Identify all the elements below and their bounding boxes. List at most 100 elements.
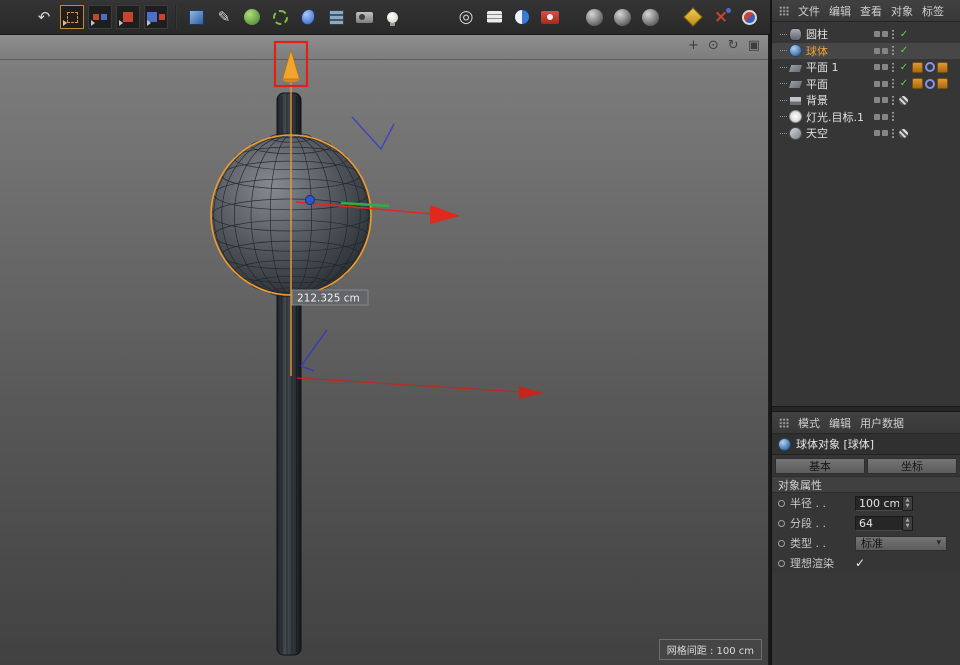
spline-pen-icon[interactable]: ✎ bbox=[211, 4, 237, 31]
enabled-check-icon[interactable]: ✓ bbox=[898, 61, 910, 73]
panel-grid-icon[interactable] bbox=[779, 418, 789, 428]
object-row-cylinder[interactable]: 圆柱 ✓ bbox=[772, 26, 960, 43]
radius-field[interactable]: ▲ ▼ bbox=[855, 496, 913, 511]
visibility-toggles[interactable] bbox=[874, 48, 888, 54]
am-menu-mode[interactable]: 模式 bbox=[798, 415, 820, 431]
radius-stepper[interactable]: ▲ ▼ bbox=[903, 496, 913, 511]
enabled-check-icon[interactable]: ✓ bbox=[898, 28, 910, 40]
move-tool-icon[interactable] bbox=[116, 5, 140, 29]
type-dropdown[interactable]: 标准 ▾ bbox=[855, 536, 947, 551]
object-name[interactable]: 天空 bbox=[806, 125, 828, 141]
gizmo-origin-point[interactable] bbox=[306, 196, 315, 205]
plane-handle[interactable] bbox=[352, 117, 394, 149]
texture-tag-icon[interactable] bbox=[912, 78, 923, 89]
enabled-check-icon[interactable]: ✓ bbox=[898, 45, 910, 57]
segments-input[interactable] bbox=[855, 516, 903, 531]
object-row-light-target[interactable]: 灯光.目标.1 bbox=[772, 109, 960, 126]
texture-tag-icon[interactable] bbox=[912, 62, 923, 73]
visibility-toggles[interactable] bbox=[874, 97, 888, 103]
scene-canvas[interactable]: 212.325 cm bbox=[0, 35, 768, 665]
segments-field[interactable]: ▲ ▼ bbox=[855, 516, 913, 531]
tab-coordinates[interactable]: 坐标 bbox=[867, 458, 957, 474]
spin-down-icon[interactable]: ▼ bbox=[903, 503, 912, 510]
camera-icon[interactable] bbox=[351, 4, 377, 31]
segments-stepper[interactable]: ▲ ▼ bbox=[903, 516, 913, 531]
tab-basic[interactable]: 基本 bbox=[775, 458, 865, 474]
enabled-check-icon[interactable]: ✓ bbox=[898, 78, 910, 90]
x-axis-arrowhead[interactable] bbox=[519, 386, 544, 399]
render-perfect-checkbox[interactable]: ✓ bbox=[855, 556, 865, 570]
drag-handle[interactable] bbox=[891, 78, 895, 89]
subdivision-surface-icon[interactable] bbox=[239, 4, 265, 31]
rotate-view-icon[interactable]: ↻ bbox=[728, 38, 739, 54]
om-menu-tags[interactable]: 标签 bbox=[922, 3, 944, 19]
object-name[interactable]: 背景 bbox=[806, 92, 828, 108]
drag-handle[interactable] bbox=[891, 95, 895, 106]
target-tag-icon[interactable] bbox=[925, 62, 935, 72]
object-row-sphere[interactable]: 球体 ✓ bbox=[772, 43, 960, 60]
y-axis-arrowhead[interactable] bbox=[283, 50, 300, 79]
texture-tag-icon[interactable] bbox=[937, 78, 948, 89]
om-menu-edit[interactable]: 编辑 bbox=[829, 3, 851, 19]
picture-viewer-icon[interactable] bbox=[537, 4, 563, 31]
object-name[interactable]: 平面 1 bbox=[806, 59, 839, 75]
visibility-toggles[interactable] bbox=[874, 114, 888, 120]
shading-sphere-2-icon[interactable] bbox=[609, 4, 635, 31]
pan-view-icon[interactable]: + bbox=[688, 38, 699, 54]
background-object-icon[interactable] bbox=[789, 96, 802, 106]
object-row-sky[interactable]: 天空 bbox=[772, 125, 960, 142]
visibility-toggles[interactable] bbox=[874, 31, 888, 37]
metaball-icon[interactable] bbox=[295, 4, 321, 31]
sphere-object-icon[interactable] bbox=[789, 44, 802, 57]
undo-icon[interactable]: ↶ bbox=[31, 4, 57, 31]
visibility-toggles[interactable] bbox=[874, 64, 888, 70]
keyframe-circle[interactable] bbox=[778, 520, 785, 527]
plane-object-icon[interactable] bbox=[788, 80, 804, 89]
plane-object-icon[interactable] bbox=[788, 64, 804, 73]
texture-tag-icon[interactable] bbox=[898, 95, 909, 106]
target-tag-icon[interactable] bbox=[925, 79, 935, 89]
lower-gizmo[interactable] bbox=[297, 330, 544, 399]
drag-handle[interactable] bbox=[891, 29, 895, 40]
live-select-tool-icon[interactable] bbox=[88, 5, 112, 29]
am-menu-userdata[interactable]: 用户数据 bbox=[860, 415, 904, 431]
drag-handle[interactable] bbox=[891, 62, 895, 73]
render-settings-icon[interactable] bbox=[481, 4, 507, 31]
render-view-icon[interactable]: ◎ bbox=[453, 4, 479, 31]
drag-handle[interactable] bbox=[891, 111, 895, 122]
keyframe-circle[interactable] bbox=[778, 540, 785, 547]
spin-down-icon[interactable]: ▼ bbox=[903, 523, 912, 530]
visibility-toggles[interactable] bbox=[874, 81, 888, 87]
panel-grid-icon[interactable] bbox=[779, 6, 789, 16]
om-menu-view[interactable]: 查看 bbox=[860, 3, 882, 19]
rotate-tool-icon[interactable] bbox=[144, 5, 168, 29]
box-select-tool-icon[interactable] bbox=[60, 5, 84, 29]
om-menu-file[interactable]: 文件 bbox=[798, 3, 820, 19]
interactive-render-icon[interactable] bbox=[509, 4, 535, 31]
drag-handle[interactable] bbox=[891, 45, 895, 56]
object-name[interactable]: 圆柱 bbox=[806, 26, 828, 42]
object-name[interactable]: 平面 bbox=[806, 76, 828, 92]
keyframe-circle[interactable] bbox=[778, 560, 785, 567]
zoom-view-icon[interactable]: ⊙ bbox=[708, 38, 719, 54]
sky-object-icon[interactable] bbox=[789, 127, 802, 140]
workplane-icon[interactable] bbox=[736, 4, 762, 31]
deformer-icon[interactable] bbox=[267, 4, 293, 31]
cylinder-object-icon[interactable] bbox=[789, 28, 802, 41]
light-object-icon[interactable] bbox=[789, 110, 802, 123]
cloner-icon[interactable] bbox=[323, 4, 349, 31]
object-name[interactable]: 灯光.目标.1 bbox=[806, 109, 864, 125]
shading-sphere-3-icon[interactable] bbox=[637, 4, 663, 31]
object-name[interactable]: 球体 bbox=[806, 43, 828, 59]
primitive-cube-icon[interactable] bbox=[183, 4, 209, 31]
texture-tag-icon[interactable] bbox=[937, 62, 948, 73]
visibility-toggles[interactable] bbox=[874, 130, 888, 136]
axis-lock-icon[interactable]: × bbox=[708, 4, 734, 31]
object-row-background[interactable]: 背景 bbox=[772, 92, 960, 109]
drag-handle[interactable] bbox=[891, 128, 895, 139]
texture-tag-icon[interactable] bbox=[898, 128, 909, 139]
keyframe-circle[interactable] bbox=[778, 500, 785, 507]
om-menu-objects[interactable]: 对象 bbox=[891, 3, 913, 19]
radius-input[interactable] bbox=[855, 496, 903, 511]
am-menu-edit[interactable]: 编辑 bbox=[829, 415, 851, 431]
